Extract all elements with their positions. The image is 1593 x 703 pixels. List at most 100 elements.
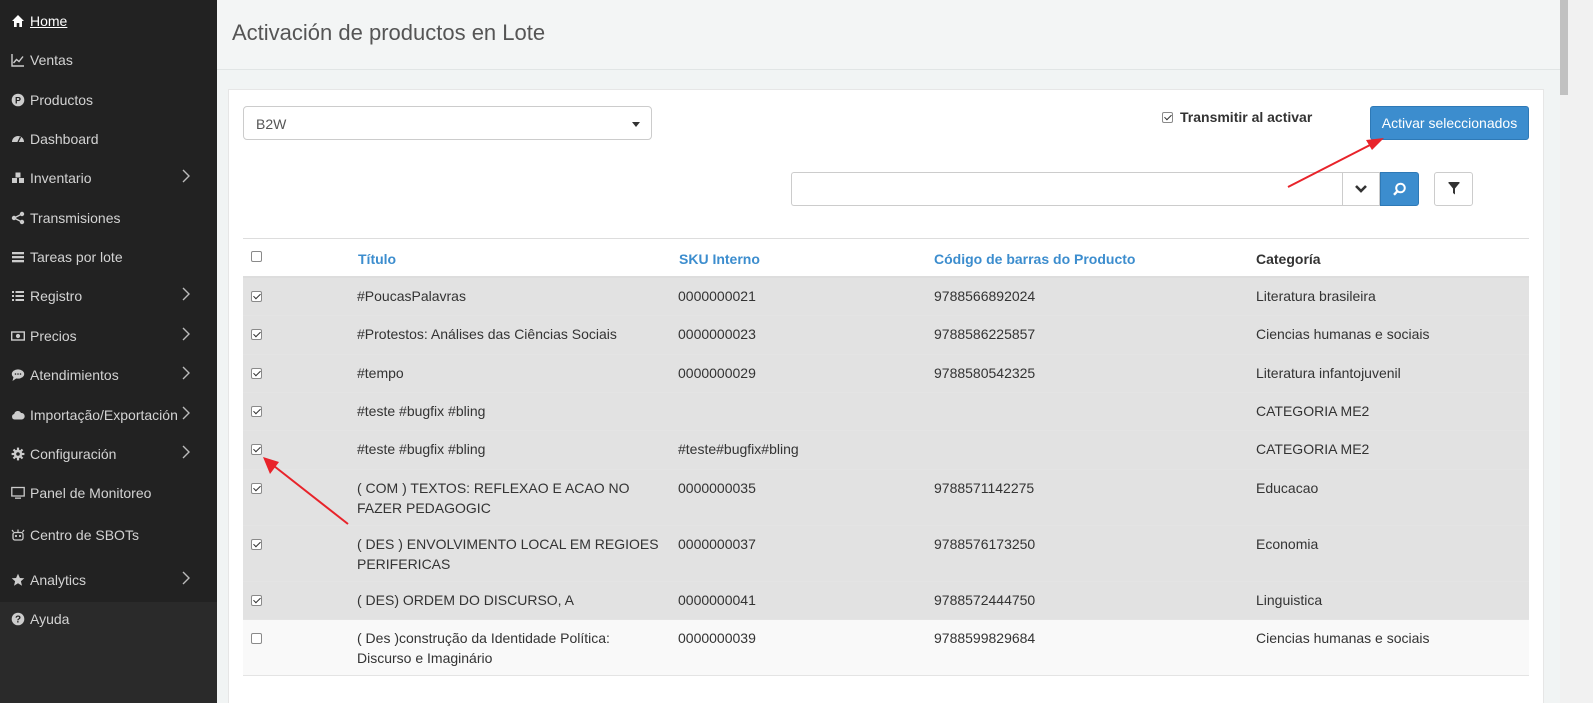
search-options-toggle[interactable] <box>1342 172 1380 206</box>
row-checkbox[interactable] <box>251 329 262 340</box>
table-row[interactable]: #PoucasPalavras 0000000021 9788566892024 Li… <box>243 278 1529 316</box>
chevron-right-icon <box>181 571 191 585</box>
sidebar-item-label: Panel de Monitoreo <box>30 485 152 501</box>
sidebar-item-panel-de-monitoreo[interactable]: Panel de Monitoreo <box>0 478 217 508</box>
cell-title-line: FAZER PEDAGOGIC <box>357 500 491 516</box>
cell-sku: 0000000023 <box>678 326 756 342</box>
table-row[interactable]: ( DES ) ENVOLVIMENTO LOCAL EM REGIOES PER… <box>243 526 1529 582</box>
column-header-title[interactable]: Título <box>358 251 396 267</box>
cell-category: Ciencias humanas e sociais <box>1256 630 1430 646</box>
column-header-barcode[interactable]: Código de barras do Producto <box>934 251 1135 267</box>
cell-title: ( Des )construção da Identidade Política… <box>357 628 610 668</box>
list-icon <box>10 288 26 304</box>
chevron-right-icon <box>181 169 191 183</box>
sidebar-item-label: Transmisiones <box>30 210 121 226</box>
sidebar-item-label: Dashboard <box>30 131 99 147</box>
chevron-right-icon <box>181 406 191 420</box>
cell-title-line: ( DES) ORDEM DO DISCURSO, A <box>357 592 575 608</box>
sidebar-item-dashboard[interactable]: Dashboard <box>0 124 217 154</box>
cell-category: CATEGORIA ME2 <box>1256 403 1370 419</box>
scrollbar-thumb[interactable] <box>1560 0 1568 95</box>
table-row[interactable]: ( DES) ORDEM DO DISCURSO, A 0000000041 978… <box>243 582 1529 620</box>
search-input[interactable] <box>791 172 1343 206</box>
cell-title-line: ( Des )construção da Identidade Política… <box>357 630 610 646</box>
cell-sku: 0000000037 <box>678 536 756 552</box>
line-chart-icon <box>10 52 26 68</box>
page-title: Activación de productos en Lote <box>232 20 546 45</box>
cell-title: #Protestos: Análises das Ciências Sociai… <box>357 324 617 344</box>
cubes-icon <box>10 170 26 186</box>
sidebar-item-ventas[interactable]: Ventas <box>0 45 217 75</box>
sidebar-item-precios[interactable]: Precios <box>0 321 217 351</box>
filter-button[interactable] <box>1434 172 1473 206</box>
cell-category: Literatura infantojuvenil <box>1256 365 1401 381</box>
sidebar-item-centro-de-sbots[interactable]: Centro de SBOTs <box>0 520 217 550</box>
table-top-border <box>243 238 1529 239</box>
sidebar-item-atendimientos[interactable]: Atendimientos <box>0 360 217 390</box>
robot-icon <box>10 527 26 543</box>
column-header-category: Categoría <box>1256 251 1321 267</box>
sidebar-item-label: Centro de SBOTs <box>30 527 139 543</box>
cell-title-line: Discurso e Imaginário <box>357 650 493 666</box>
row-checkbox[interactable] <box>251 406 262 417</box>
cell-title: #teste #bugfix #bling <box>357 439 485 459</box>
row-checkbox[interactable] <box>251 444 262 455</box>
sidebar-item-configuracion[interactable]: Configuración <box>0 439 217 469</box>
marketplace-select[interactable]: B2W <box>243 106 652 140</box>
chevron-right-icon <box>181 445 191 459</box>
select-all-checkbox[interactable] <box>251 251 262 262</box>
row-checkbox[interactable] <box>251 539 262 550</box>
sidebar-item-label: Home <box>30 13 68 29</box>
sidebar-item-inventario[interactable]: Inventario <box>0 163 217 193</box>
sidebar-item-analytics[interactable]: Analytics <box>0 565 217 595</box>
caret-down-icon <box>632 122 640 127</box>
sidebar-item-ayuda[interactable]: ? Ayuda <box>0 604 217 634</box>
row-checkbox[interactable] <box>251 633 262 644</box>
vertical-scrollbar[interactable] <box>1560 0 1593 703</box>
page-header: Activación de productos en Lote <box>217 0 1560 70</box>
sidebar-item-importacao-exportacion[interactable]: Importação/Exportación <box>0 400 217 430</box>
sidebar-item-home[interactable]: Home <box>0 6 217 36</box>
table-row[interactable]: #tempo 0000000029 9788580542325 Literatura … <box>243 355 1529 393</box>
column-header-sku[interactable]: SKU Interno <box>679 251 760 267</box>
cell-barcode: 9788572444750 <box>934 592 1036 608</box>
activate-selected-button[interactable]: Activar seleccionados <box>1370 106 1529 140</box>
sidebar-item-tareas-por-lote[interactable]: Tareas por lote <box>0 242 217 272</box>
cell-title-line: #teste #bugfix #bling <box>357 403 486 419</box>
cell-sku: 0000000021 <box>678 288 756 304</box>
table-row[interactable]: #teste #bugfix #bling CATEGORIA ME2 <box>243 393 1529 431</box>
sidebar-item-registro[interactable]: Registro <box>0 281 217 311</box>
table-row[interactable]: #Protestos: Análises das Ciências Sociai… <box>243 316 1529 355</box>
chevron-right-icon <box>181 366 191 380</box>
cell-category: Literatura brasileira <box>1256 288 1376 304</box>
row-checkbox[interactable] <box>251 595 262 606</box>
sidebar-item-productos[interactable]: P Productos <box>0 85 217 115</box>
cell-barcode: 9788566892024 <box>934 288 1036 304</box>
cell-title-line: #Protestos: Análises das Ciências Sociai… <box>357 326 617 342</box>
chevron-right-icon <box>181 287 191 301</box>
sidebar-item-label: Importação/Exportación <box>30 407 178 423</box>
transmit-option[interactable]: Transmitir al activar <box>1162 109 1312 125</box>
cell-category: Ciencias humanas e sociais <box>1256 326 1430 342</box>
cell-title: ( COM ) TEXTOS: REFLEXAO E ACAO NO FAZER … <box>357 478 630 518</box>
cell-category: Educacao <box>1256 480 1319 496</box>
svg-text:?: ? <box>15 615 21 626</box>
row-checkbox[interactable] <box>251 368 262 379</box>
search-button[interactable] <box>1380 172 1419 206</box>
sidebar-item-label: Ayuda <box>30 611 70 627</box>
table-row[interactable]: ( COM ) TEXTOS: REFLEXAO E ACAO NO FAZER … <box>243 470 1529 526</box>
cell-barcode: 9788580542325 <box>934 365 1036 381</box>
transmit-checkbox[interactable] <box>1162 111 1173 123</box>
gear-icon <box>10 446 26 462</box>
marketplace-select-value: B2W <box>256 116 287 132</box>
cell-category: Linguistica <box>1256 592 1323 608</box>
cell-barcode: 9788599829684 <box>934 630 1036 646</box>
svg-text:P: P <box>15 95 21 105</box>
row-checkbox[interactable] <box>251 483 262 494</box>
sidebar-item-transmisiones[interactable]: Transmisiones <box>0 203 217 233</box>
table-row[interactable]: #teste #bugfix #bling #teste#bugfix#bling… <box>243 431 1529 470</box>
row-checkbox[interactable] <box>251 291 262 302</box>
cell-category: Economia <box>1256 536 1319 552</box>
table-row[interactable]: ( Des )construção da Identidade Política… <box>243 620 1529 676</box>
sidebar-item-label: Configuración <box>30 446 117 462</box>
